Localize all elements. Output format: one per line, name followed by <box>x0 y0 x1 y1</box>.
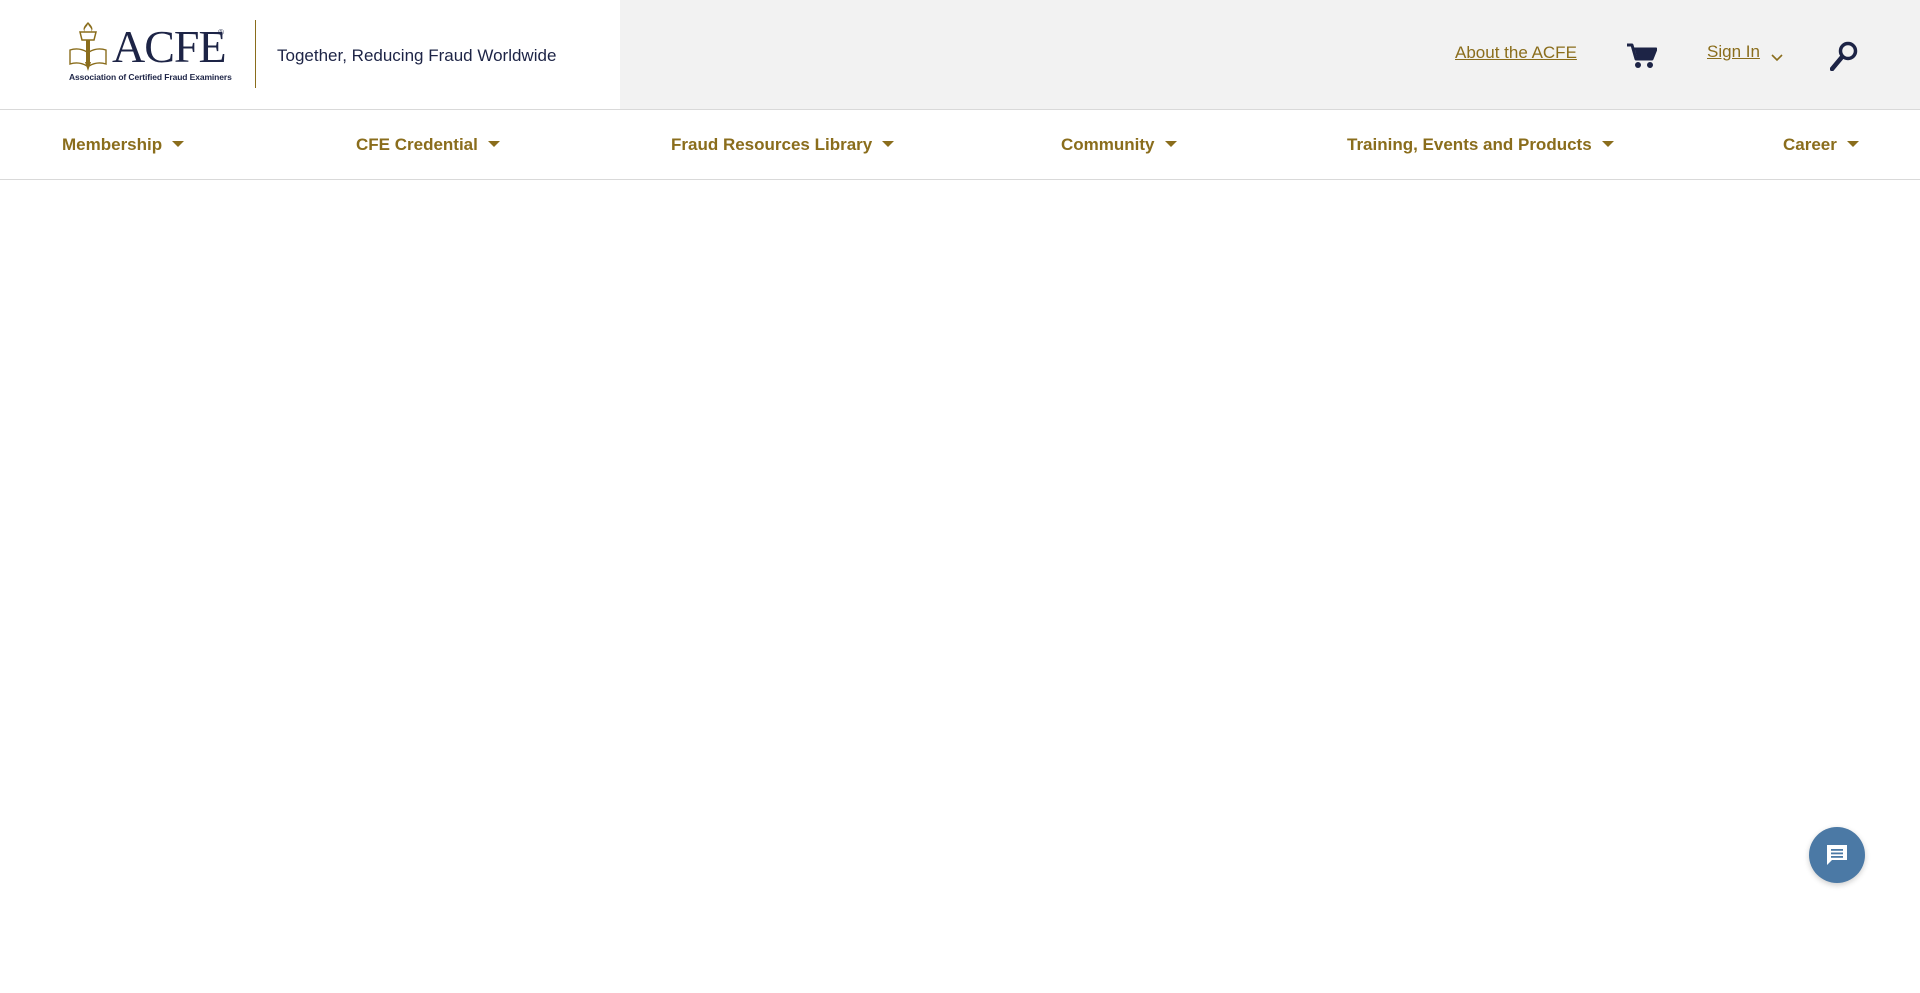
caret-down-icon <box>882 140 895 147</box>
main-navigation <box>0 110 1920 179</box>
nav-item-membership[interactable]: Membership <box>62 135 185 155</box>
nav-divider <box>0 179 1920 180</box>
cart-icon[interactable] <box>1627 43 1658 74</box>
nav-item-training-events-products[interactable]: Training, Events and Products <box>1347 135 1614 155</box>
caret-down-icon <box>1164 140 1177 147</box>
torch-book-emblem-icon <box>69 22 107 71</box>
sign-in-link[interactable]: Sign In <box>1707 42 1760 62</box>
registered-mark: ® <box>218 28 224 37</box>
caret-down-icon <box>487 140 500 147</box>
nav-item-community[interactable]: Community <box>1061 135 1177 155</box>
logo-area: ACFE ® Association of Certified Fraud Ex… <box>0 0 620 110</box>
logo-divider <box>255 20 256 88</box>
caret-down-icon <box>1601 140 1614 147</box>
nav-item-career[interactable]: Career <box>1783 135 1859 155</box>
nav-item-cfe-credential[interactable]: CFE Credential <box>356 135 500 155</box>
acfe-logo[interactable]: ACFE ® Association of Certified Fraud Ex… <box>68 20 238 86</box>
chat-icon <box>1827 845 1847 865</box>
about-link[interactable]: About the ACFE <box>1455 43 1577 63</box>
search-icon[interactable] <box>1829 41 1858 76</box>
site-tagline: Together, Reducing Fraud Worldwide <box>277 46 557 65</box>
caret-down-icon <box>1846 140 1859 147</box>
logo-wordmark: ACFE <box>112 21 227 72</box>
caret-down-icon <box>172 140 185 147</box>
logo-subtitle: Association of Certified Fraud Examiners <box>69 72 232 82</box>
chevron-down-icon[interactable] <box>1771 49 1783 67</box>
nav-item-fraud-resources-library[interactable]: Fraud Resources Library <box>671 135 895 155</box>
chat-button[interactable] <box>1809 827 1865 883</box>
site-header: ACFE ® Association of Certified Fraud Ex… <box>0 0 1920 110</box>
